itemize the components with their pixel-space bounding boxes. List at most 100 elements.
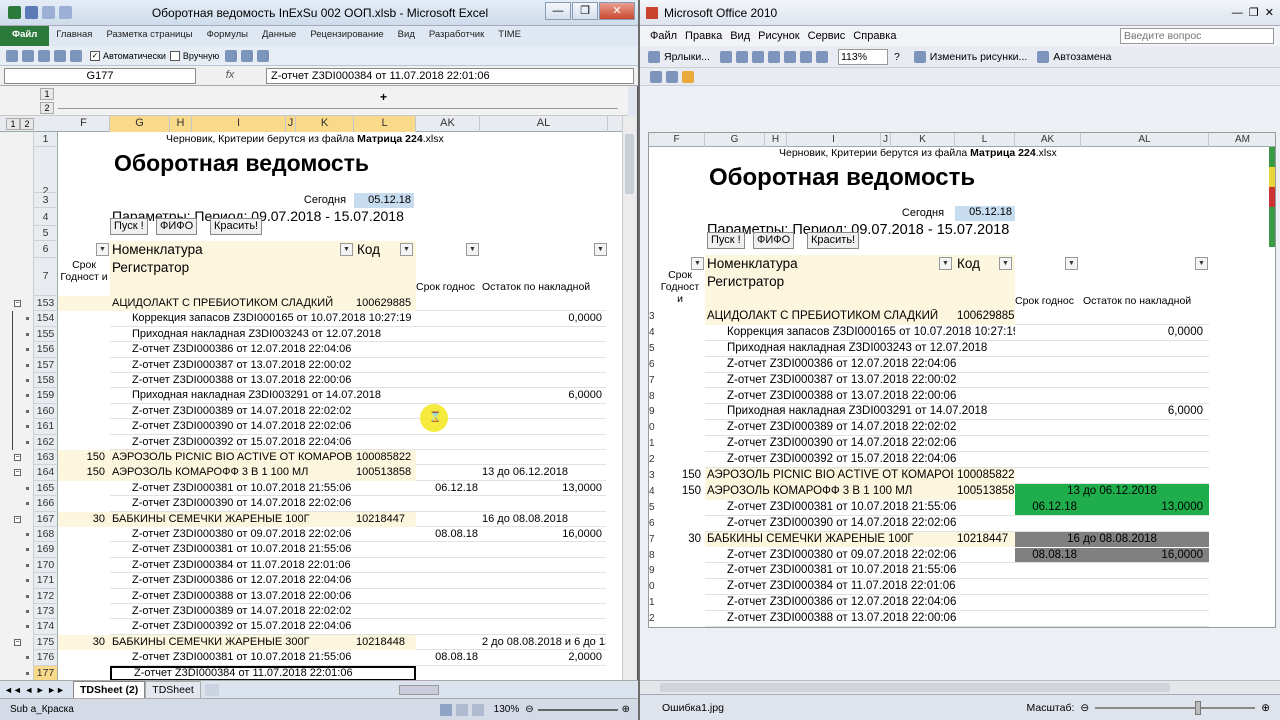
zoom-in-icon[interactable]: ⊕ [1261,702,1270,714]
ak-value[interactable] [416,342,480,358]
sort-icon[interactable] [38,49,50,62]
fx-label[interactable]: fx [200,68,260,84]
al-value[interactable] [480,342,606,358]
office-zoom-slider[interactable] [1095,700,1256,715]
record-icon[interactable] [241,49,254,62]
sheet-grid[interactable]: 1 2 3 4 5 6 7 Черновик, Критерии берутся… [0,132,622,680]
doc-name[interactable]: Z-отчет Z3DI000386 от 12.07.2018 22:04:0… [110,573,416,589]
sheet-tab[interactable]: TDSheet [145,680,201,699]
minimize-button[interactable]: — [545,2,571,20]
al-value[interactable] [480,450,606,466]
al-value[interactable]: 0,0000 [480,311,606,327]
tab-home[interactable]: Главная [49,26,99,46]
autocorrect-icon[interactable] [1037,50,1050,63]
filter-dropdown-icon[interactable]: ▼ [466,243,479,256]
menu-file[interactable]: Файл [646,27,681,45]
doc-name[interactable]: Z-отчет Z3DI000388 от 13.07.2018 22:00:0… [110,589,416,604]
tab-file[interactable]: Файл [0,26,50,46]
al-value[interactable] [480,419,606,435]
tab-review[interactable]: Рецензирование [303,26,390,46]
tab-formulas[interactable]: Формулы [200,26,255,46]
row-header[interactable]: 157 [34,357,58,373]
copy-icon[interactable] [767,50,780,63]
al-value[interactable] [480,542,606,558]
scroll-thumb[interactable] [625,134,634,194]
help-search-input[interactable] [1120,28,1274,44]
col-level-1[interactable]: 1 [40,88,54,100]
start-button[interactable]: Пуск ! [110,218,148,235]
doc-name[interactable]: Z-отчет Z3DI000384 от 11.07.2018 22:01:0… [110,558,416,574]
close-button[interactable]: ✕ [599,2,635,20]
row-header[interactable]: 174 [34,619,58,635]
macro-icon[interactable] [225,49,238,62]
doc-name[interactable]: Z-отчет Z3DI000384 от 11.07.2018 22:01:0… [110,665,416,680]
al-value[interactable]: 2 до 08.08.2018 и 6 до 13.0 [480,635,606,651]
al-value[interactable] [480,619,606,635]
filter-dropdown-icon[interactable]: ▼ [96,243,109,256]
tab-developer[interactable]: Разработчик [422,26,491,46]
ak-value[interactable] [416,573,480,589]
vertical-scrollbar[interactable] [622,116,636,680]
formula-input[interactable]: Z-отчет Z3DI000384 от 11.07.2018 22:01:0… [266,68,634,84]
autocorrect-button[interactable]: Автозамена [1053,51,1111,63]
filmstrip-view-icon[interactable] [666,70,678,83]
row-header[interactable]: 4 [34,208,58,226]
row-header[interactable]: 161 [34,419,58,435]
al-value[interactable] [480,589,606,604]
new-sheet-icon[interactable] [204,683,219,696]
table-icon[interactable] [6,49,18,62]
doc-name[interactable]: Z-отчет Z3DI000386 от 12.07.2018 22:04:0… [110,342,416,358]
row-header[interactable]: 3 [34,193,58,209]
ak-value[interactable] [416,358,480,373]
doc-name[interactable]: Z-отчет Z3DI000381 от 10.07.2018 21:55:0… [110,481,416,497]
page-layout-icon[interactable] [455,703,468,716]
zoom-slider[interactable] [537,708,618,711]
ak-value[interactable] [416,619,480,635]
menu-picture[interactable]: Рисунок [754,27,804,45]
undo-icon[interactable] [42,6,55,19]
labels-icon[interactable] [648,50,660,63]
tab-page-layout[interactable]: Разметка страницы [99,26,199,46]
row-header[interactable]: 170 [34,557,58,574]
row-header[interactable]: 7 [34,258,58,296]
redo-icon[interactable] [59,6,72,19]
doc-name[interactable]: Z-отчет Z3DI000380 от 09.07.2018 22:02:0… [110,527,416,543]
doc-name[interactable]: Z-отчет Z3DI000387 от 13.07.2018 22:00:0… [110,358,416,373]
zoom-in-icon[interactable]: ⊕ [622,704,630,715]
row-header[interactable]: 6 [34,241,58,258]
ak-value[interactable] [416,450,480,466]
ak-value[interactable] [416,604,480,620]
row-header[interactable]: 5 [34,226,58,242]
row-header[interactable]: 164 [34,465,58,481]
doc-name[interactable]: Z-отчет Z3DI000390 от 14.07.2018 22:02:0… [110,419,416,435]
ak-value[interactable] [416,496,480,512]
doc-name[interactable]: Z-отчет Z3DI000392 от 15.07.2018 22:04:0… [110,435,416,450]
row-header[interactable]: 159 [34,388,58,404]
labels-button[interactable]: Ярлыки... [664,51,710,63]
al-value[interactable] [480,358,606,373]
ak-value[interactable] [416,296,480,312]
row-header[interactable]: 160 [34,403,58,420]
row-header[interactable]: 177 [34,665,58,680]
office-window-controls[interactable]: — ❐ ✕ [1232,6,1274,19]
collapse-minus-icon[interactable]: − [14,469,21,477]
save-icon[interactable] [25,6,38,19]
row-header[interactable]: 171 [34,573,58,589]
save-icon[interactable] [719,50,732,63]
row-header[interactable]: 163 [34,450,58,466]
edit-pictures-button[interactable]: Изменить рисунки... [930,51,1028,63]
filter-dropdown-icon[interactable]: ▼ [340,243,353,256]
print-icon[interactable] [735,50,748,63]
maximize-button[interactable]: ❐ [572,2,598,20]
doc-name[interactable]: Z-отчет Z3DI000389 от 14.07.2018 22:02:0… [110,604,416,620]
col-header-ak[interactable]: AK [416,116,480,132]
al-value[interactable]: 2,0000 [480,650,606,666]
al-value[interactable] [480,435,606,450]
row-level-2[interactable]: 2 [20,118,34,130]
al-value[interactable]: 6,0000 [480,388,606,404]
zoom-select[interactable]: 113% [837,48,888,65]
expand-plus-icon[interactable]: + [380,90,387,104]
office-hscroll[interactable] [640,680,1280,694]
row-header[interactable]: 175 [34,634,58,651]
horizontal-scroll-thumb[interactable] [398,684,439,695]
